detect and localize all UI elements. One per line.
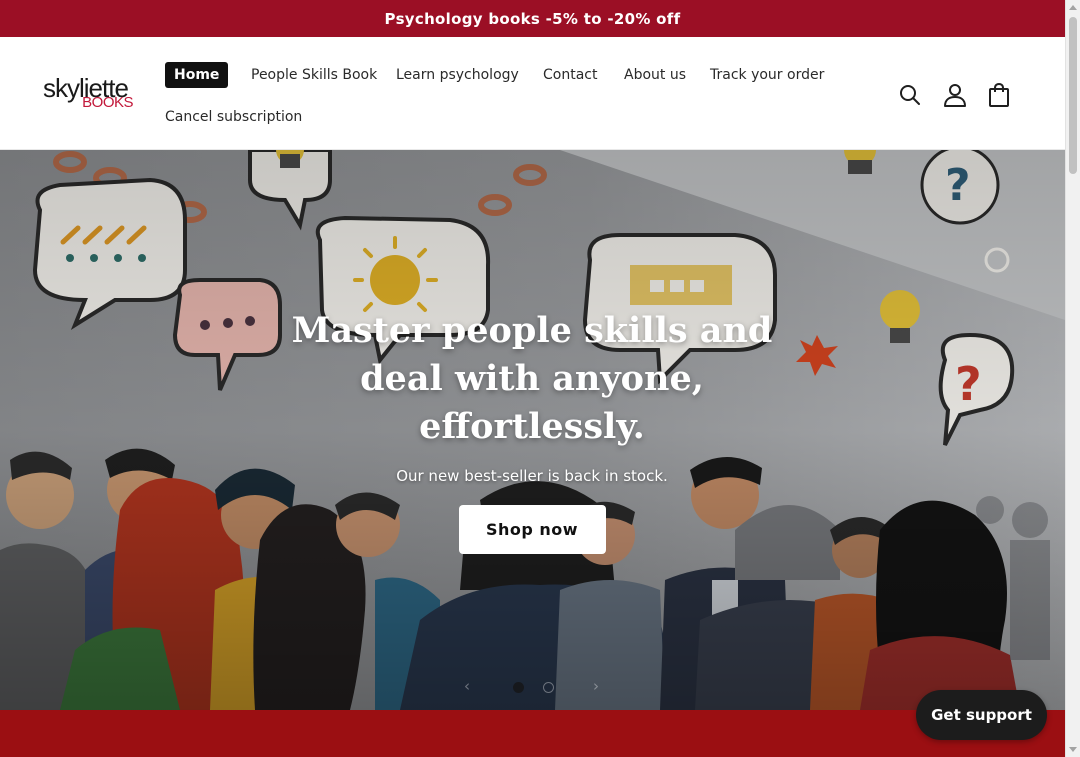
section-strip xyxy=(0,710,1065,757)
shop-now-button[interactable]: Shop now xyxy=(458,505,606,554)
scroll-up-arrow-icon[interactable] xyxy=(1069,5,1077,10)
previous-slide-arrow-icon[interactable]: ‹ xyxy=(464,677,470,695)
scroll-down-arrow-icon[interactable] xyxy=(1069,747,1077,752)
cart-icon[interactable] xyxy=(986,82,1012,108)
logo[interactable]: skyliette BOOKS xyxy=(43,75,135,111)
get-support-button[interactable]: Get support xyxy=(916,690,1047,740)
slideshow-controls: ‹ › xyxy=(455,677,615,699)
hero-subtitle: Our new best-seller is back in stock. xyxy=(396,467,668,485)
header-icons xyxy=(897,82,1015,108)
hero-banner: ? ? xyxy=(0,150,1065,710)
site-header: skyliette BOOKS Home People Skills Book … xyxy=(0,37,1065,150)
slide-dot[interactable] xyxy=(543,682,554,693)
nav-item-track-order[interactable]: Track your order xyxy=(710,62,824,88)
nav-item-learn-psychology[interactable]: Learn psychology xyxy=(396,62,519,88)
hero-content: Master people skills and deal with anyon… xyxy=(282,307,782,554)
page: Psychology books -5% to -20% off skyliet… xyxy=(0,0,1065,757)
nav-item-about-us[interactable]: About us xyxy=(624,62,686,88)
announcement-text: Psychology books -5% to -20% off xyxy=(384,9,681,28)
hero-title: Master people skills and deal with anyon… xyxy=(291,310,773,447)
nav-item-people-skills-book[interactable]: People Skills Book xyxy=(251,62,377,88)
slide-dot-active[interactable] xyxy=(513,682,524,693)
next-slide-arrow-icon[interactable]: › xyxy=(593,677,599,695)
announcement-bar[interactable]: Psychology books -5% to -20% off xyxy=(0,0,1065,37)
nav-item-cancel-subscription[interactable]: Cancel subscription xyxy=(165,104,302,130)
account-icon[interactable] xyxy=(942,82,968,108)
scrollbar-thumb[interactable] xyxy=(1069,17,1077,174)
logo-subtitle: BOOKS xyxy=(82,94,133,111)
nav-item-home[interactable]: Home xyxy=(165,62,229,88)
search-icon[interactable] xyxy=(897,82,923,108)
scrollbar[interactable] xyxy=(1065,0,1080,757)
nav-item-contact[interactable]: Contact xyxy=(543,62,597,88)
